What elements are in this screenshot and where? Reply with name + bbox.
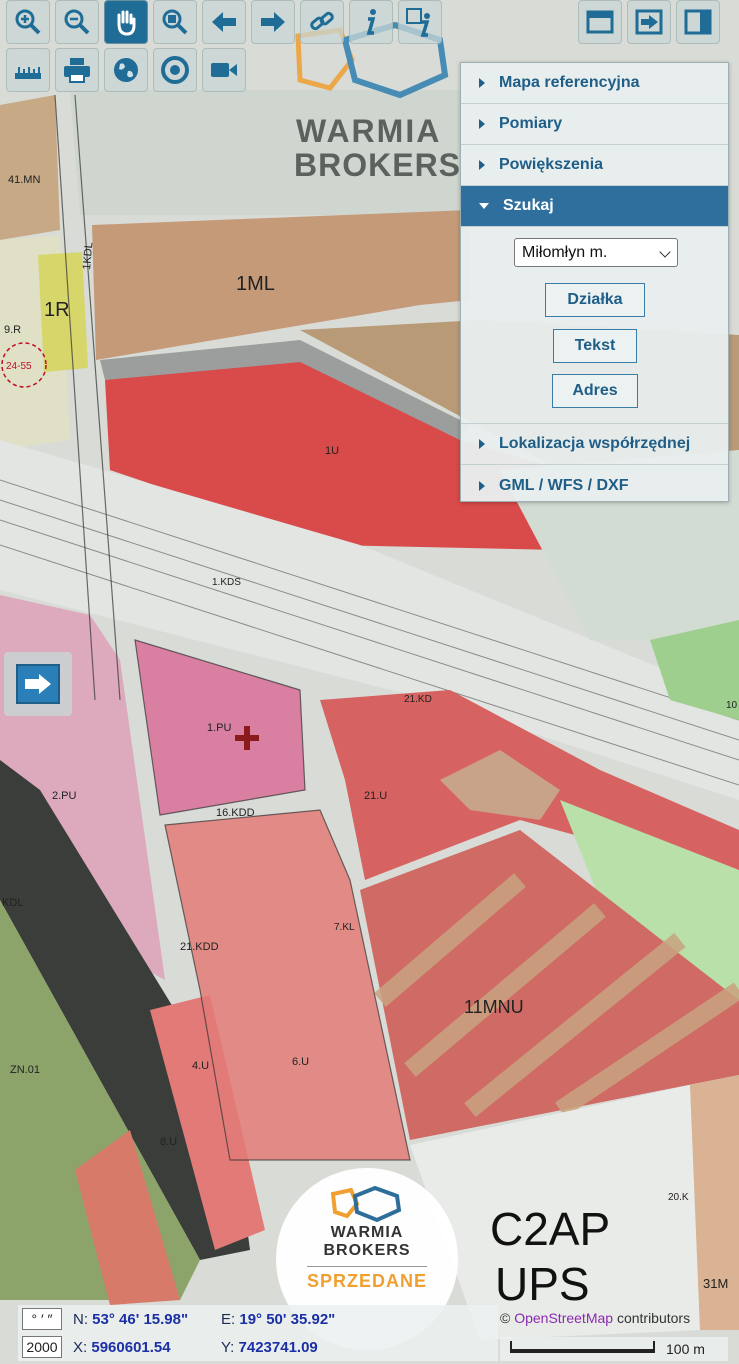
- label-2pu: 2.PU: [52, 790, 77, 802]
- chevron-down-icon: [659, 246, 671, 258]
- back-arrow-icon: [212, 12, 236, 32]
- accordion-reference-map[interactable]: Mapa referencyjna: [461, 63, 728, 104]
- panel-toggle-button[interactable]: [676, 0, 720, 44]
- scale-bar: 100 m: [500, 1337, 728, 1361]
- label-1ml: 1ML: [236, 273, 275, 295]
- parcel-search-button[interactable]: Działka: [545, 283, 645, 317]
- window-button[interactable]: [578, 0, 622, 44]
- video-icon: [211, 63, 237, 77]
- label-41mn: 41.MN: [8, 174, 40, 186]
- info-copy-button[interactable]: [398, 0, 442, 44]
- label-21kdd: 21.KDD: [180, 941, 219, 953]
- target-button[interactable]: [153, 48, 197, 92]
- target-icon: [161, 56, 189, 84]
- caret-down-icon: [479, 203, 489, 209]
- globe-icon: [114, 58, 138, 82]
- accordion-zooms[interactable]: Powiększenia: [461, 145, 728, 186]
- label-24: 24-55: [6, 361, 32, 372]
- warmia-brokers-logo: [330, 1185, 402, 1223]
- label-31m: 31M: [703, 1276, 728, 1291]
- share-arrow-icon: [16, 664, 60, 704]
- zoom-out-icon: [64, 9, 90, 35]
- info-icon: [366, 9, 376, 35]
- y-readout: Y: 7423741.09: [221, 1339, 318, 1356]
- label-1kdl: 1KDL: [81, 242, 95, 270]
- caret-right-icon: [479, 480, 485, 491]
- label-20k: 20.K: [668, 1192, 689, 1203]
- label-1u: 1U: [325, 445, 339, 457]
- label-zn01: ZN.01: [10, 1064, 40, 1076]
- label-1kds: 1.KDS: [212, 577, 241, 588]
- info-copy-icon: [406, 8, 430, 37]
- address-search-button[interactable]: Adres: [552, 374, 638, 408]
- label-1pu: 1.PU: [207, 722, 232, 734]
- link-icon: [310, 11, 334, 31]
- caret-right-icon: [479, 160, 485, 170]
- accordion-measurements[interactable]: Pomiary: [461, 104, 728, 145]
- badge-divider: [307, 1266, 427, 1267]
- coordinates-readout: ° ′ ″ 2000 N: 53° 46' 15.98" E: 19° 50' …: [18, 1305, 498, 1361]
- accordion-coordinate-location[interactable]: Lokalizacja współrzędnej: [461, 424, 728, 465]
- zoom-out-button[interactable]: [55, 0, 99, 44]
- town-select[interactable]: Miłomłyn m.: [514, 238, 678, 267]
- badge-line1: WARMIA: [330, 1224, 404, 1241]
- expand-panel-button[interactable]: [4, 652, 72, 716]
- label-c2ap: C2AP: [490, 1203, 610, 1255]
- back-button[interactable]: [202, 0, 246, 44]
- search-section: Miłomłyn m. Działka Tekst Adres: [461, 227, 728, 424]
- ruler-icon: [15, 67, 41, 79]
- epsg-toggle[interactable]: 2000: [22, 1336, 62, 1358]
- zoom-box-icon: [162, 9, 188, 35]
- window-icon: [586, 10, 614, 34]
- svg-text:BROKERS: BROKERS: [294, 147, 461, 183]
- zoom-box-button[interactable]: [153, 0, 197, 44]
- measure-button[interactable]: [6, 48, 50, 92]
- label-8u: 8.U: [160, 1136, 177, 1148]
- accordion-gml-wfs-dxf[interactable]: GML / WFS / DXF: [461, 465, 728, 506]
- caret-right-icon: [479, 439, 485, 449]
- label-6u: 6.U: [292, 1056, 309, 1068]
- info-button[interactable]: [349, 0, 393, 44]
- link-button[interactable]: [300, 0, 344, 44]
- badge-line2: BROKERS: [323, 1242, 411, 1259]
- tools-panel: Mapa referencyjna Pomiary Powiększenia S…: [460, 62, 729, 502]
- caret-right-icon: [479, 119, 485, 129]
- badge-status: SPRZEDANE: [306, 1271, 427, 1291]
- zoom-in-icon: [15, 9, 41, 35]
- share-button[interactable]: [627, 0, 671, 44]
- label-ups: UPS: [495, 1258, 590, 1310]
- x-readout: X: 5960601.54: [73, 1339, 171, 1356]
- accordion-search[interactable]: Szukaj: [461, 186, 728, 227]
- label-21kd: 21.KD: [404, 694, 432, 705]
- label-4u: 4.U: [192, 1060, 209, 1072]
- label-10: 10: [726, 700, 738, 711]
- zoom-in-button[interactable]: [6, 0, 50, 44]
- label-9r: 9.R: [4, 324, 21, 336]
- forward-arrow-icon: [261, 12, 285, 32]
- svg-text:WARMIA: WARMIA: [296, 113, 441, 149]
- label-1r: 1R: [44, 299, 70, 321]
- pan-button[interactable]: [104, 0, 148, 44]
- label-11mnu: 11MNU: [464, 997, 524, 1017]
- pan-hand-icon: [117, 10, 136, 36]
- forward-button[interactable]: [251, 0, 295, 44]
- longitude-readout: E: 19° 50' 35.92": [221, 1311, 336, 1328]
- label-kdl: KDL: [2, 897, 23, 909]
- video-button[interactable]: [202, 48, 246, 92]
- print-icon: [64, 58, 90, 83]
- osm-link[interactable]: OpenStreetMap: [514, 1310, 613, 1326]
- print-button[interactable]: [55, 48, 99, 92]
- label-21u: 21.U: [364, 790, 387, 802]
- share-arrow-icon: [635, 9, 663, 35]
- coordinate-format-toggle[interactable]: ° ′ ″: [22, 1308, 62, 1330]
- label-16kdd: 16.KDD: [216, 807, 255, 819]
- map-attribution: © OpenStreetMap contributors: [500, 1310, 691, 1326]
- latitude-readout: N: 53° 46' 15.98": [73, 1311, 189, 1328]
- text-search-button[interactable]: Tekst: [553, 329, 637, 363]
- zone-41mn: [0, 95, 60, 240]
- globe-button[interactable]: [104, 48, 148, 92]
- caret-right-icon: [479, 78, 485, 88]
- label-7kl: 7.KL: [334, 922, 355, 933]
- panel-toggle-icon: [684, 9, 712, 35]
